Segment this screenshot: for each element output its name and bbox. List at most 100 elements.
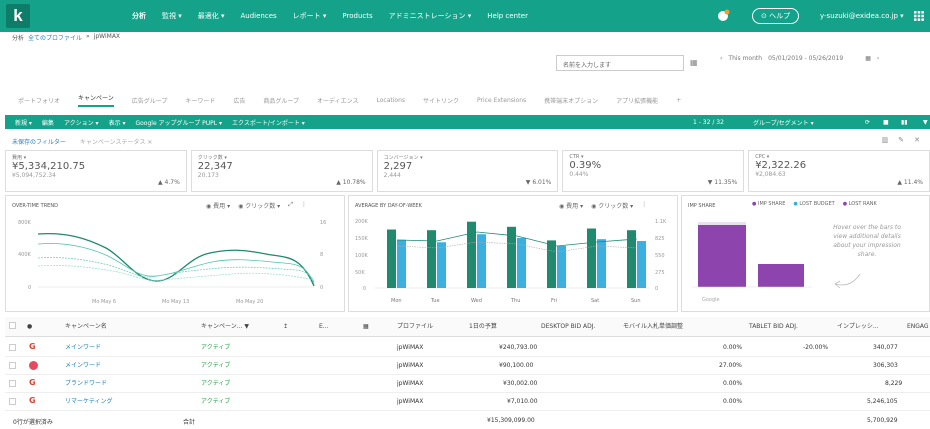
calendar-icon[interactable]: ▦ xyxy=(865,55,871,62)
metric-card-cost[interactable]: 費用 ▾ ¥5,334,210.75 ¥5,094,752.34 ▲ 4.7% xyxy=(5,150,187,192)
tab-campaign[interactable]: キャンペーン xyxy=(78,93,114,107)
date-prev-icon[interactable]: ‹ xyxy=(720,55,722,62)
date-next-icon[interactable]: › xyxy=(877,55,879,62)
view-menu[interactable]: 表示 ▾ xyxy=(109,118,126,127)
metric-label[interactable]: コンバージョン ▾ xyxy=(384,154,552,161)
tab-portfolio[interactable]: ポートフォリオ xyxy=(18,96,60,105)
col-desktop-bid[interactable]: DESKTOP BID ADJ. xyxy=(541,317,595,337)
metric-card-conversions[interactable]: コンバージョン ▾ 2,297 2,444 ▼ 6.01% xyxy=(376,150,559,192)
unsaved-filter-link[interactable]: 未保存のフィルター xyxy=(12,137,66,146)
tab-sitelink[interactable]: サイトリンク xyxy=(423,96,459,105)
metric-card-ctr[interactable]: CTR ▾ 0.39% 0.44% ▼ 11.35% xyxy=(562,150,745,192)
col-daily-budget[interactable]: 1日の予算 xyxy=(469,317,497,337)
metric-label[interactable]: 費用 ▾ xyxy=(12,154,180,161)
nav-report[interactable]: レポート ▾ xyxy=(293,11,327,21)
tab-keyword[interactable]: キーワード xyxy=(185,96,215,105)
tab-locations[interactable]: Locations xyxy=(377,97,406,104)
tab-price-extensions[interactable]: Price Extensions xyxy=(477,97,526,104)
edit-button[interactable]: 編集 xyxy=(42,118,54,127)
metric-card-cpc[interactable]: CPC ▾ ¥2,322.26 ¥2,084.63 ▲ 11.4% xyxy=(748,150,930,192)
row-checkbox[interactable] xyxy=(9,393,16,411)
app-logo[interactable]: k xyxy=(6,4,30,28)
imp-share-bar-google[interactable] xyxy=(698,225,746,287)
table-row[interactable]: G リマーケティング アクティブ jpWiMAX ¥7,010.00 0.00%… xyxy=(5,393,930,411)
notification-icon[interactable] xyxy=(716,0,730,32)
campaign-name-link[interactable]: ブランドワード xyxy=(65,375,107,393)
tab-app-extensions[interactable]: アプリ拡張機能 xyxy=(616,96,658,105)
col-e[interactable]: E... xyxy=(319,317,329,337)
google-upgroup-menu[interactable]: Google アップグループ PUPL ▾ xyxy=(135,118,222,127)
col-mobile-bid[interactable]: モバイル入札単価調整 xyxy=(623,317,683,337)
bar-cost[interactable] xyxy=(427,230,436,288)
metric-label[interactable]: クリック数 ▾ xyxy=(198,154,366,161)
metric-change: ▲ 11.4% xyxy=(897,179,923,186)
tab-ad-group[interactable]: 広告グループ xyxy=(132,96,168,105)
nav-help-center[interactable]: Help center xyxy=(487,12,528,20)
bar-cost[interactable] xyxy=(547,240,556,288)
new-button[interactable]: 新規 ▾ xyxy=(15,118,32,127)
campaign-name-link[interactable]: リマーケティング xyxy=(65,393,113,411)
table-row[interactable]: メインワード アクティブ jpWiMAX ¥90,100.00 27.00% 3… xyxy=(5,357,930,375)
calculator-icon[interactable]: ▦ xyxy=(690,58,698,67)
col-engagement[interactable]: ENGAG xyxy=(907,317,929,337)
col-profile[interactable]: プロファイル xyxy=(397,317,433,337)
date-range-picker[interactable]: ‹ This month 05/01/2019 - 05/26/2019 ▦ › xyxy=(720,55,879,62)
columns-icon[interactable]: ▥ xyxy=(882,136,889,144)
tab-device-options[interactable]: 携帯端末オプション xyxy=(544,96,598,105)
row-checkbox[interactable] xyxy=(9,375,16,393)
col-tablet-bid[interactable]: TABLET BID ADJ. xyxy=(749,317,798,337)
nav-audiences[interactable]: Audiences xyxy=(241,12,277,20)
bar-clicks[interactable] xyxy=(637,241,646,288)
bar-cost[interactable] xyxy=(467,221,476,288)
col-campaign-status[interactable]: キャンペーン... ▼ xyxy=(201,317,249,337)
y-tick: 550 xyxy=(655,253,665,259)
segment-menu[interactable]: グループ/セグメント ▾ xyxy=(753,118,814,127)
sort-icon[interactable]: ↥ xyxy=(283,317,288,337)
export-import-menu[interactable]: エクスポート/インポート ▾ xyxy=(232,118,305,127)
legend-lost-rank[interactable]: ● LOST RANK xyxy=(843,201,877,207)
select-all-checkbox[interactable] xyxy=(9,317,16,337)
nav-optimize[interactable]: 最適化 ▾ xyxy=(198,11,225,21)
filter-funnel-icon[interactable]: ▼ xyxy=(923,119,928,126)
tab-add[interactable]: + xyxy=(676,97,681,104)
nav-administration[interactable]: アドミニストレーション ▾ xyxy=(389,11,472,21)
bar-clicks[interactable] xyxy=(557,245,566,288)
breadcrumb-analysis[interactable]: 分析 xyxy=(12,33,24,42)
campaign-name-link[interactable]: メインワード xyxy=(65,339,101,357)
bar-cost[interactable] xyxy=(587,228,596,289)
campaign-name-link[interactable]: メインワード xyxy=(65,357,101,375)
imp-share-bar-2[interactable] xyxy=(758,264,804,287)
help-button[interactable]: ⊙ ヘルプ xyxy=(752,8,800,24)
campaign-status-filter[interactable]: キャンペーンステータス ✕ xyxy=(80,137,153,146)
nav-monitor[interactable]: 監視 ▾ xyxy=(162,11,182,21)
row-checkbox[interactable] xyxy=(9,357,16,375)
tab-ad[interactable]: 広告 xyxy=(233,96,245,105)
y-tick: 275 xyxy=(655,270,665,276)
bar-clicks[interactable] xyxy=(397,239,406,288)
actions-menu[interactable]: アクション ▾ xyxy=(64,118,99,127)
table-row[interactable]: G ブランドワード アクティブ jpWiMAX ¥30,002.00 0.00%… xyxy=(5,375,930,393)
chart-toggle-icon[interactable]: ▮▮ xyxy=(901,119,908,126)
tab-audience[interactable]: オーディエンス xyxy=(317,96,358,105)
bar-clicks[interactable] xyxy=(437,242,446,288)
col-campaign-name[interactable]: キャンペーン名 xyxy=(65,317,107,337)
bar-cost[interactable] xyxy=(387,229,396,288)
search-input[interactable]: 名前を入力します xyxy=(556,55,684,71)
close-icon[interactable]: ✕ xyxy=(914,136,920,144)
user-menu[interactable]: y-suzuki@exidea.co.jp ▾ xyxy=(820,0,904,32)
pencil-icon[interactable]: ✎ xyxy=(898,136,904,144)
col-impressions[interactable]: インプレッシ... xyxy=(837,317,879,337)
grid-icon[interactable]: ▦ xyxy=(363,317,369,337)
apps-grid-icon[interactable] xyxy=(914,0,924,32)
table-row[interactable]: G メインワード アクティブ jpWiMAX ¥240,793.00 0.00%… xyxy=(5,339,930,357)
y-tick: 200K xyxy=(355,219,369,225)
status-column-icon[interactable]: ● xyxy=(27,317,32,337)
nav-analysis[interactable]: 分析 xyxy=(132,11,146,21)
tab-product-group[interactable]: 商品グループ xyxy=(263,96,299,105)
row-checkbox[interactable] xyxy=(9,339,16,357)
breadcrumb-all-profiles[interactable]: 全てのプロファイル xyxy=(28,33,82,42)
refresh-icon[interactable]: ⟳ xyxy=(865,119,870,126)
metric-card-clicks[interactable]: クリック数 ▾ 22,347 20,173 ▲ 10.78% xyxy=(190,150,373,192)
stop-icon[interactable]: ■ xyxy=(883,119,889,126)
nav-products[interactable]: Products xyxy=(342,12,372,20)
